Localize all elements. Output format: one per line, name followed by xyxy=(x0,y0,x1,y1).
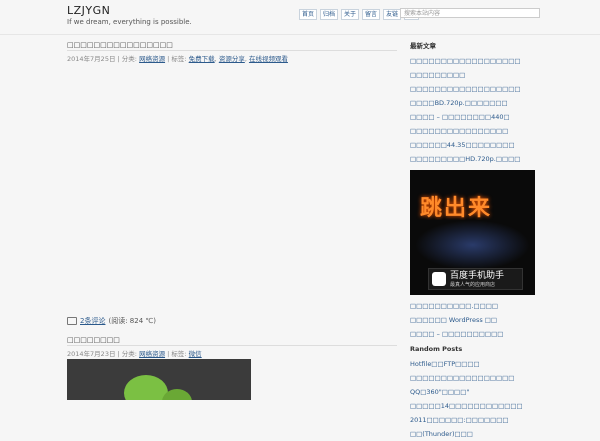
random-post-link[interactable]: QQ□360"□□□□" xyxy=(410,385,540,399)
post-tag[interactable]: 资源分享 xyxy=(219,55,245,63)
tag-label: 标签: xyxy=(171,350,187,358)
nav-item-home[interactable]: 首页 xyxy=(299,9,318,20)
post-1-comments: 2条评论 (阅读: 824 ℃) xyxy=(67,316,156,326)
post-thumbnail[interactable] xyxy=(67,359,251,400)
random-post-link[interactable]: Hotfile□□FTP□□□□ xyxy=(410,357,540,371)
ad-brand: 百度手机助手 xyxy=(450,270,505,281)
recent-post-link[interactable]: □□□□□□□□□HD.720p.□□□□ xyxy=(410,152,540,166)
sidebar-ad-banner[interactable]: 跳出来 百度手机助手 最真人气的应用商店 xyxy=(410,170,535,295)
sidebar: 最新文章 □□□□□□□□□□□□□□□□□□ □□□□□□□□□ □□□□□□… xyxy=(410,40,540,441)
wechat-logo-icon xyxy=(124,375,168,400)
comment-icon xyxy=(67,317,77,325)
ad-slogan: 最真人气的应用商店 xyxy=(450,281,496,288)
search-input[interactable]: 搜索本站内容 xyxy=(400,8,540,18)
random-post-link[interactable]: 2011□□□□□□:□□□□□□□ xyxy=(410,413,540,427)
random-post-link[interactable]: □□(Thunder)□□□ xyxy=(410,427,540,441)
post-tag[interactable]: 在线视频观看 xyxy=(249,55,288,63)
post-meta: 2014年7月23日 | 分类: 网络资源 | 标签: 微信 xyxy=(67,350,202,358)
post-tag[interactable]: 免费下载 xyxy=(189,55,215,63)
post-category[interactable]: 网络资源 xyxy=(139,55,165,63)
tag-label: 标签: xyxy=(171,55,187,63)
random-post-link[interactable]: □□□□□□□□□□□□□□□□□ xyxy=(410,371,540,385)
ad-crowd-image xyxy=(415,220,530,270)
recent-post-link[interactable]: □□□□□□□□□ xyxy=(410,68,540,82)
category-label: 分类: xyxy=(121,55,137,63)
view-count: (阅读: 824 ℃) xyxy=(108,317,156,325)
nav-item-links[interactable]: 友链 xyxy=(383,9,402,20)
recent-post-link[interactable]: □□□□□□□□□□□□□□□□□□ xyxy=(410,82,540,96)
post-title[interactable]: □□□□□□□□□□□□□□□□ xyxy=(67,41,397,51)
sidebar-link[interactable]: □□□□□□ WordPress □□ xyxy=(410,313,540,327)
ad-brand-badge: 百度手机助手 最真人气的应用商店 xyxy=(428,268,523,290)
recent-post-link[interactable]: □□□□ – □□□□□□□□440□ xyxy=(410,110,540,124)
post-2: □□□□□□□□ 2014年7月23日 | 分类: 网络资源 | 标签: 微信 xyxy=(67,336,397,358)
recent-post-link[interactable]: □□□□BD.720p.□□□□□□□ xyxy=(410,96,540,110)
nav-item-about[interactable]: 关于 xyxy=(341,9,360,20)
site-header: LZJYGN If we dream, everything is possib… xyxy=(0,0,600,35)
recent-post-link[interactable]: □□□□□□□□□□□□□□□□ xyxy=(410,124,540,138)
category-label: 分类: xyxy=(121,350,137,358)
sidebar-link[interactable]: □□□□ – □□□□□□□□□□ xyxy=(410,327,540,341)
post-meta: 2014年7月25日 | 分类: 网络资源 | 标签: 免费下载, 资源分享, … xyxy=(67,55,288,63)
recent-post-link[interactable]: □□□□□□44.35□□□□□□□□ xyxy=(410,138,540,152)
post-category[interactable]: 网络资源 xyxy=(139,350,165,358)
app-logo-icon xyxy=(432,272,446,286)
site-title[interactable]: LZJYGN xyxy=(67,4,192,17)
post-title[interactable]: □□□□□□□□ xyxy=(67,336,397,346)
recent-post-link[interactable]: □□□□□□□□□□□□□□□□□□ xyxy=(410,54,540,68)
post-date: 2014年7月25日 xyxy=(67,55,116,63)
comments-link[interactable]: 2条评论 xyxy=(80,316,105,326)
post-1: □□□□□□□□□□□□□□□□ 2014年7月25日 | 分类: 网络资源 |… xyxy=(67,41,397,63)
sidebar-link[interactable]: □□□□□□□□□□.□□□□ xyxy=(410,299,540,313)
ad-neon-text: 跳出来 xyxy=(420,196,493,221)
random-posts-heading: Random Posts xyxy=(410,345,463,353)
random-post-link[interactable]: □□□□□14□□□□□□□□□□□□ xyxy=(410,399,540,413)
nav-item-guestbook[interactable]: 留言 xyxy=(362,9,381,20)
post-date: 2014年7月23日 xyxy=(67,350,116,358)
recent-posts-heading: 最新文章 xyxy=(410,42,436,50)
site-tagline: If we dream, everything is possible. xyxy=(67,18,192,26)
nav-item-archive[interactable]: 归档 xyxy=(320,9,339,20)
post-tag[interactable]: 微信 xyxy=(189,350,202,358)
brand: LZJYGN If we dream, everything is possib… xyxy=(67,4,192,26)
